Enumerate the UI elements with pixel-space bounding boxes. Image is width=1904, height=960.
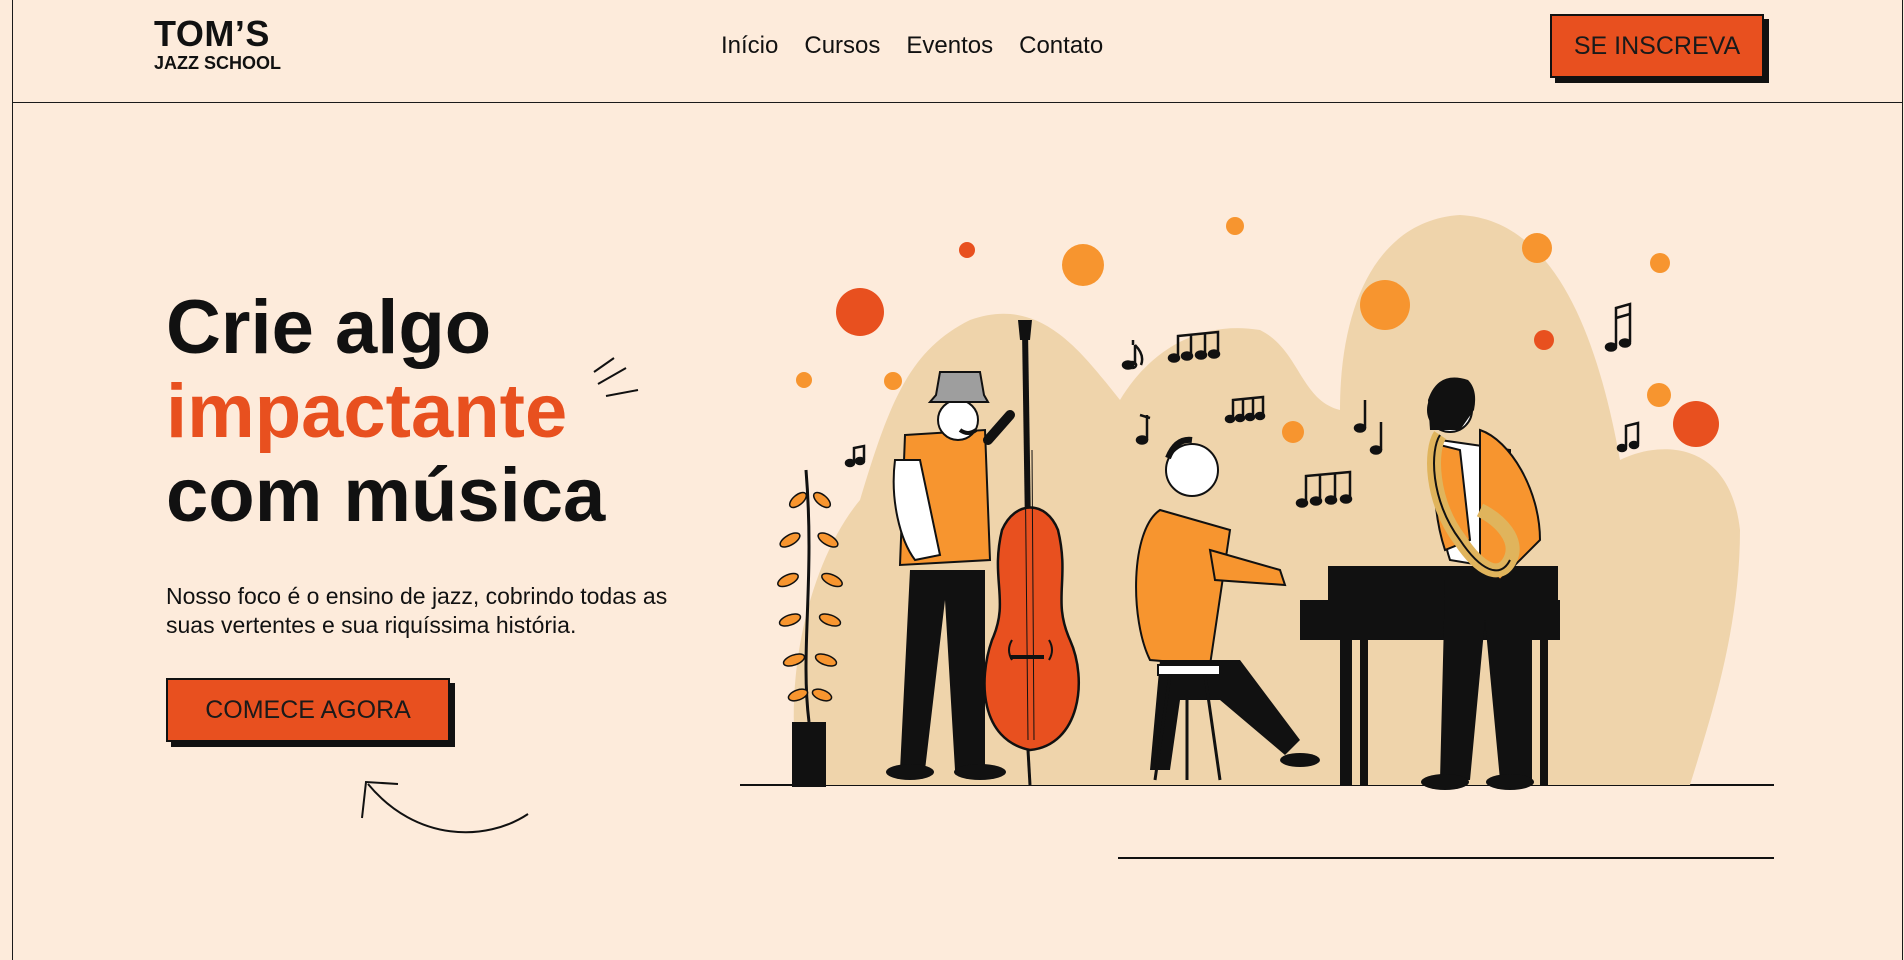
page-border-right (1902, 0, 1903, 960)
logo[interactable]: TOM’S JAZZ SCHOOL (154, 13, 282, 73)
jazz-band-illustration (777, 215, 1740, 790)
page-border-left (12, 0, 13, 960)
start-now-button[interactable]: COMECE AGORA (166, 678, 450, 742)
hero-title-line-3: com música (166, 453, 606, 538)
hero-title-line-2: impactante (166, 369, 568, 454)
nav-item-eventos[interactable]: Eventos (906, 32, 993, 60)
signup-button[interactable]: SE INSCREVA (1550, 14, 1764, 78)
decorative-line (1118, 857, 1774, 859)
nav-item-inicio[interactable]: Início (721, 32, 778, 60)
logo-subtitle: JAZZ SCHOOL (154, 53, 282, 73)
nav-item-contato[interactable]: Contato (1019, 32, 1103, 60)
nav-item-cursos[interactable]: Cursos (804, 32, 880, 60)
emphasis-scribble-icon (593, 357, 639, 397)
hero-description: Nosso foco é o ensino de jazz, cobrindo … (166, 583, 668, 638)
logo-title: TOM’S (154, 13, 270, 54)
header-divider (12, 102, 1903, 103)
main-nav: Início Cursos Eventos Contato (721, 32, 1103, 60)
curved-arrow-icon (361, 780, 529, 834)
hero-title-line-1: Crie algo (166, 285, 492, 370)
hero-title: Crie algo impactante com música (166, 286, 605, 538)
